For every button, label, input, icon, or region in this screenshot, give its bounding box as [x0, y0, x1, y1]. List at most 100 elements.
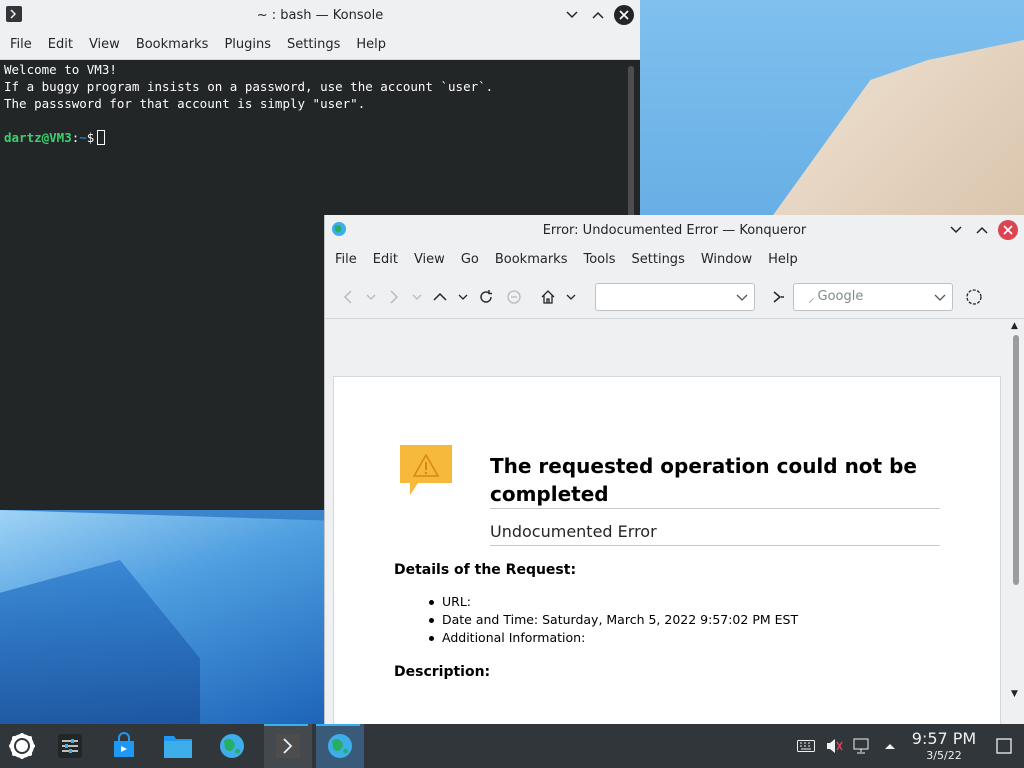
forward-button[interactable] [381, 284, 407, 310]
menu-settings[interactable]: Settings [624, 245, 693, 275]
chevron-down-icon[interactable] [934, 292, 946, 304]
close-button[interactable] [998, 220, 1018, 240]
globe-icon [220, 734, 244, 758]
network-button[interactable] [848, 724, 876, 768]
home-button[interactable] [535, 284, 561, 310]
prompt-path: ~ [79, 130, 87, 145]
system-tray: 9:57 PM 3/5/22 [792, 724, 1024, 768]
error-subheading: Undocumented Error [490, 522, 657, 541]
taskbar-dolphin[interactable] [156, 724, 200, 768]
page-scrollbar[interactable]: ▲ ▼ [1008, 319, 1024, 724]
clock-time: 9:57 PM [911, 729, 977, 748]
search-input[interactable]: ⸝ Google [793, 282, 953, 311]
volume-button[interactable] [820, 724, 848, 768]
prompt-symbol: $ [86, 130, 95, 145]
menu-window[interactable]: Window [693, 245, 760, 275]
konqueror-toolbar: ⸝ Google [325, 275, 1024, 319]
globe-icon [328, 734, 352, 758]
menu-go[interactable]: Go [453, 245, 487, 275]
chevron-down-icon [950, 226, 962, 234]
menu-file[interactable]: File [2, 30, 40, 60]
go-icon [773, 290, 784, 303]
up-dropdown[interactable] [455, 284, 471, 310]
store-bag-icon [114, 732, 134, 757]
maximize-button[interactable] [972, 220, 992, 240]
konqueror-titlebar[interactable]: Error: Undocumented Error — Konqueror [325, 215, 1024, 245]
chevron-down-icon [458, 294, 468, 300]
details-list: URL: Date and Time: Saturday, March 5, 2… [428, 594, 798, 648]
konsole-menubar: File Edit View Bookmarks Plugins Setting… [0, 30, 640, 60]
reload-button[interactable] [473, 284, 499, 310]
scroll-down-icon[interactable]: ▼ [1011, 689, 1018, 699]
digital-clock[interactable]: 9:57 PM 3/5/22 [904, 729, 984, 763]
location-bar[interactable] [595, 282, 755, 311]
taskbar-system-settings[interactable] [48, 724, 92, 768]
taskbar: 9:57 PM 3/5/22 [0, 724, 1024, 768]
minimize-button[interactable] [946, 220, 966, 240]
menu-settings[interactable]: Settings [279, 30, 348, 60]
menu-help[interactable]: Help [348, 30, 394, 60]
taskbar-task-konsole[interactable] [264, 724, 312, 768]
menu-tools[interactable]: Tools [575, 245, 623, 275]
menu-edit[interactable]: Edit [40, 30, 81, 60]
details-heading: Details of the Request: [394, 562, 577, 578]
menu-view[interactable]: View [81, 30, 128, 60]
tray-expand-button[interactable] [876, 724, 904, 768]
search-prefix: ⸝ [808, 290, 815, 306]
taskbar-task-konqueror[interactable] [316, 724, 364, 768]
throbber [961, 284, 987, 310]
maximize-button[interactable] [588, 5, 608, 25]
detail-item-datetime: Date and Time: Saturday, March 5, 2022 9… [428, 612, 798, 630]
taskbar-konqueror-launcher[interactable] [210, 724, 254, 768]
home-icon [541, 289, 555, 304]
konqueror-icon [332, 222, 346, 236]
terminal-line: If a buggy program insists on a password… [4, 79, 494, 94]
menu-edit[interactable]: Edit [365, 245, 406, 275]
close-button[interactable] [614, 5, 634, 25]
prompt-user: dartz@VM3 [4, 130, 72, 145]
detail-item-additional: Additional Information: [428, 630, 798, 648]
menu-bookmarks[interactable]: Bookmarks [487, 245, 576, 275]
search-placeholder: Google [817, 289, 864, 304]
error-page: The requested operation could not be com… [333, 376, 1001, 724]
page-viewport[interactable]: The requested operation could not be com… [325, 319, 1009, 724]
activity-indicator-icon [966, 288, 982, 305]
terminal-line: The passsword for that account is simply… [4, 96, 366, 111]
konsole-icon [6, 6, 22, 22]
show-desktop-button[interactable] [984, 724, 1024, 768]
menu-bookmarks[interactable]: Bookmarks [128, 30, 217, 60]
volume-muted-icon [827, 739, 843, 753]
application-launcher[interactable] [0, 724, 44, 768]
scroll-up-icon[interactable]: ▲ [1011, 321, 1018, 331]
chevron-down-icon[interactable] [736, 292, 748, 304]
chevron-down-icon [566, 294, 576, 300]
taskbar-discover[interactable] [102, 724, 146, 768]
konsole-titlebar[interactable]: ~ : bash — Konsole [0, 0, 640, 30]
minimize-button[interactable] [562, 5, 582, 25]
home-dropdown[interactable] [563, 284, 579, 310]
scrollbar-thumb[interactable] [1013, 335, 1019, 585]
forward-history-dropdown[interactable] [409, 284, 425, 310]
detail-item-url: URL: [428, 594, 798, 612]
menu-file[interactable]: File [327, 245, 365, 275]
chevron-up-icon [976, 226, 988, 234]
close-icon [1003, 225, 1013, 235]
up-button[interactable] [427, 284, 453, 310]
menu-plugins[interactable]: Plugins [216, 30, 279, 60]
close-icon [619, 10, 629, 20]
go-button[interactable] [765, 284, 791, 310]
kde-logo-icon [9, 733, 35, 759]
text-cursor [97, 130, 106, 145]
terminal-line: Welcome to VM3! [4, 62, 117, 77]
error-heading: The requested operation could not be com… [490, 454, 917, 506]
chevron-down-icon [566, 11, 578, 19]
chevron-down-icon [412, 294, 422, 300]
menu-help[interactable]: Help [760, 245, 806, 275]
back-history-dropdown[interactable] [363, 284, 379, 310]
keyboard-layout-button[interactable] [792, 724, 820, 768]
settings-sliders-icon [58, 734, 82, 758]
back-button[interactable] [335, 284, 361, 310]
stop-button[interactable] [501, 284, 527, 310]
menu-view[interactable]: View [406, 245, 453, 275]
